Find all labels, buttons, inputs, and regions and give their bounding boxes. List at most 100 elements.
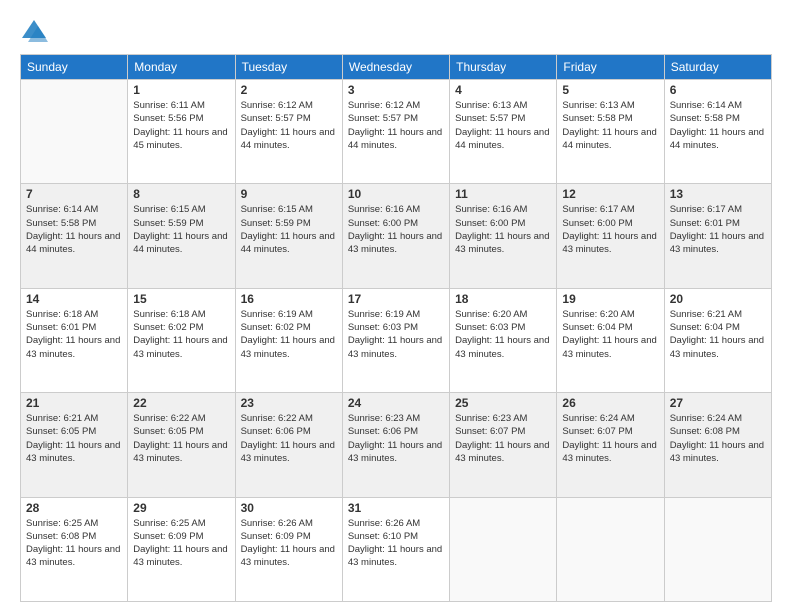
calendar-cell: 22 Sunrise: 6:22 AMSunset: 6:05 PMDayligh…	[128, 393, 235, 497]
calendar-cell: 17 Sunrise: 6:19 AMSunset: 6:03 PMDayligh…	[342, 288, 449, 392]
calendar-cell: 15 Sunrise: 6:18 AMSunset: 6:02 PMDayligh…	[128, 288, 235, 392]
weekday-header-monday: Monday	[128, 55, 235, 80]
day-details: Sunrise: 6:25 AMSunset: 6:08 PMDaylight:…	[26, 517, 122, 570]
day-number: 1	[133, 83, 229, 97]
weekday-header-wednesday: Wednesday	[342, 55, 449, 80]
calendar-cell: 12 Sunrise: 6:17 AMSunset: 6:00 PMDayligh…	[557, 184, 664, 288]
day-details: Sunrise: 6:23 AMSunset: 6:06 PMDaylight:…	[348, 412, 444, 465]
day-details: Sunrise: 6:22 AMSunset: 6:06 PMDaylight:…	[241, 412, 337, 465]
day-details: Sunrise: 6:14 AMSunset: 5:58 PMDaylight:…	[670, 99, 766, 152]
day-number: 3	[348, 83, 444, 97]
day-details: Sunrise: 6:19 AMSunset: 6:02 PMDaylight:…	[241, 308, 337, 361]
day-number: 10	[348, 187, 444, 201]
day-number: 30	[241, 501, 337, 515]
weekday-header-row: SundayMondayTuesdayWednesdayThursdayFrid…	[21, 55, 772, 80]
day-details: Sunrise: 6:15 AMSunset: 5:59 PMDaylight:…	[241, 203, 337, 256]
day-number: 14	[26, 292, 122, 306]
day-number: 28	[26, 501, 122, 515]
day-number: 5	[562, 83, 658, 97]
calendar-week-row-4: 21Sunrise: 6:21 AMSunset: 6:05 PMDayligh…	[21, 393, 772, 497]
calendar-cell: 19 Sunrise: 6:20 AMSunset: 6:04 PMDayligh…	[557, 288, 664, 392]
calendar-cell: 8 Sunrise: 6:15 AMSunset: 5:59 PMDaylight…	[128, 184, 235, 288]
calendar-cell: 26 Sunrise: 6:24 AMSunset: 6:07 PMDayligh…	[557, 393, 664, 497]
day-number: 4	[455, 83, 551, 97]
day-details: Sunrise: 6:22 AMSunset: 6:05 PMDaylight:…	[133, 412, 229, 465]
calendar-cell: 23 Sunrise: 6:22 AMSunset: 6:06 PMDayligh…	[235, 393, 342, 497]
day-number: 31	[348, 501, 444, 515]
day-number: 12	[562, 187, 658, 201]
day-details: Sunrise: 6:15 AMSunset: 5:59 PMDaylight:…	[133, 203, 229, 256]
calendar-cell: 4 Sunrise: 6:13 AMSunset: 5:57 PMDaylight…	[450, 80, 557, 184]
day-number: 23	[241, 396, 337, 410]
day-number: 8	[133, 187, 229, 201]
day-number: 15	[133, 292, 229, 306]
day-number: 17	[348, 292, 444, 306]
day-number: 9	[241, 187, 337, 201]
calendar-cell	[557, 497, 664, 601]
calendar-cell: 6Sunrise: 6:14 AMSunset: 5:58 PMDaylight…	[664, 80, 771, 184]
day-details: Sunrise: 6:17 AMSunset: 6:01 PMDaylight:…	[670, 203, 766, 256]
day-details: Sunrise: 6:25 AMSunset: 6:09 PMDaylight:…	[133, 517, 229, 570]
calendar-week-row-1: 1 Sunrise: 6:11 AMSunset: 5:56 PMDaylight…	[21, 80, 772, 184]
day-details: Sunrise: 6:26 AMSunset: 6:09 PMDaylight:…	[241, 517, 337, 570]
day-details: Sunrise: 6:20 AMSunset: 6:03 PMDaylight:…	[455, 308, 551, 361]
calendar-cell: 29 Sunrise: 6:25 AMSunset: 6:09 PMDayligh…	[128, 497, 235, 601]
calendar: SundayMondayTuesdayWednesdayThursdayFrid…	[20, 54, 772, 602]
logo-icon	[20, 18, 48, 46]
calendar-cell: 30 Sunrise: 6:26 AMSunset: 6:09 PMDayligh…	[235, 497, 342, 601]
day-details: Sunrise: 6:14 AMSunset: 5:58 PMDaylight:…	[26, 203, 122, 256]
calendar-cell: 21Sunrise: 6:21 AMSunset: 6:05 PMDayligh…	[21, 393, 128, 497]
day-details: Sunrise: 6:24 AMSunset: 6:07 PMDaylight:…	[562, 412, 658, 465]
weekday-header-friday: Friday	[557, 55, 664, 80]
day-number: 24	[348, 396, 444, 410]
calendar-cell	[21, 80, 128, 184]
day-number: 16	[241, 292, 337, 306]
weekday-header-tuesday: Tuesday	[235, 55, 342, 80]
calendar-week-row-5: 28 Sunrise: 6:25 AMSunset: 6:08 PMDayligh…	[21, 497, 772, 601]
calendar-cell: 24 Sunrise: 6:23 AMSunset: 6:06 PMDayligh…	[342, 393, 449, 497]
day-details: Sunrise: 6:17 AMSunset: 6:00 PMDaylight:…	[562, 203, 658, 256]
day-number: 22	[133, 396, 229, 410]
day-details: Sunrise: 6:12 AMSunset: 5:57 PMDaylight:…	[241, 99, 337, 152]
weekday-header-saturday: Saturday	[664, 55, 771, 80]
weekday-header-sunday: Sunday	[21, 55, 128, 80]
calendar-cell: 16 Sunrise: 6:19 AMSunset: 6:02 PMDayligh…	[235, 288, 342, 392]
day-number: 19	[562, 292, 658, 306]
calendar-cell: 10Sunrise: 6:16 AMSunset: 6:00 PMDayligh…	[342, 184, 449, 288]
calendar-cell: 7Sunrise: 6:14 AMSunset: 5:58 PMDaylight…	[21, 184, 128, 288]
day-details: Sunrise: 6:13 AMSunset: 5:57 PMDaylight:…	[455, 99, 551, 152]
day-details: Sunrise: 6:11 AMSunset: 5:56 PMDaylight:…	[133, 99, 229, 152]
day-number: 18	[455, 292, 551, 306]
calendar-cell: 1 Sunrise: 6:11 AMSunset: 5:56 PMDaylight…	[128, 80, 235, 184]
header	[20, 18, 772, 46]
calendar-cell: 11Sunrise: 6:16 AMSunset: 6:00 PMDayligh…	[450, 184, 557, 288]
day-number: 2	[241, 83, 337, 97]
day-details: Sunrise: 6:13 AMSunset: 5:58 PMDaylight:…	[562, 99, 658, 152]
calendar-cell: 20Sunrise: 6:21 AMSunset: 6:04 PMDayligh…	[664, 288, 771, 392]
calendar-cell: 27Sunrise: 6:24 AMSunset: 6:08 PMDayligh…	[664, 393, 771, 497]
calendar-week-row-2: 7Sunrise: 6:14 AMSunset: 5:58 PMDaylight…	[21, 184, 772, 288]
day-number: 20	[670, 292, 766, 306]
calendar-cell	[450, 497, 557, 601]
calendar-week-row-3: 14 Sunrise: 6:18 AMSunset: 6:01 PMDayligh…	[21, 288, 772, 392]
calendar-cell: 9 Sunrise: 6:15 AMSunset: 5:59 PMDaylight…	[235, 184, 342, 288]
calendar-cell: 5 Sunrise: 6:13 AMSunset: 5:58 PMDaylight…	[557, 80, 664, 184]
calendar-cell: 2 Sunrise: 6:12 AMSunset: 5:57 PMDaylight…	[235, 80, 342, 184]
weekday-header-thursday: Thursday	[450, 55, 557, 80]
day-number: 29	[133, 501, 229, 515]
day-number: 25	[455, 396, 551, 410]
calendar-cell: 13Sunrise: 6:17 AMSunset: 6:01 PMDayligh…	[664, 184, 771, 288]
day-number: 26	[562, 396, 658, 410]
day-details: Sunrise: 6:19 AMSunset: 6:03 PMDaylight:…	[348, 308, 444, 361]
calendar-cell	[664, 497, 771, 601]
day-details: Sunrise: 6:12 AMSunset: 5:57 PMDaylight:…	[348, 99, 444, 152]
calendar-cell: 18 Sunrise: 6:20 AMSunset: 6:03 PMDayligh…	[450, 288, 557, 392]
day-details: Sunrise: 6:16 AMSunset: 6:00 PMDaylight:…	[455, 203, 551, 256]
day-details: Sunrise: 6:20 AMSunset: 6:04 PMDaylight:…	[562, 308, 658, 361]
day-details: Sunrise: 6:21 AMSunset: 6:05 PMDaylight:…	[26, 412, 122, 465]
day-details: Sunrise: 6:18 AMSunset: 6:01 PMDaylight:…	[26, 308, 122, 361]
day-details: Sunrise: 6:18 AMSunset: 6:02 PMDaylight:…	[133, 308, 229, 361]
calendar-cell: 3 Sunrise: 6:12 AMSunset: 5:57 PMDaylight…	[342, 80, 449, 184]
day-number: 27	[670, 396, 766, 410]
page: SundayMondayTuesdayWednesdayThursdayFrid…	[0, 0, 792, 612]
